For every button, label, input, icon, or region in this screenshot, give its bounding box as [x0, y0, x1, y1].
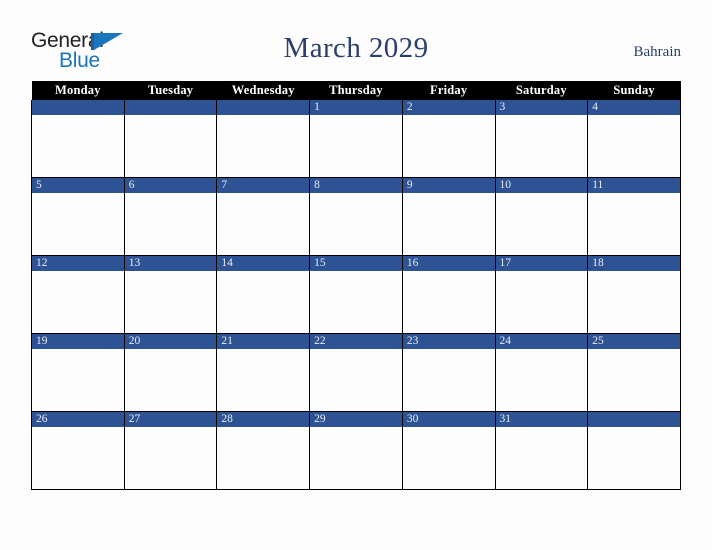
day-number: 25	[588, 334, 680, 349]
page-title: March 2029	[283, 32, 429, 64]
calendar-day-cell[interactable]: 11	[587, 177, 681, 256]
weekday-header-saturday: Saturday	[495, 81, 588, 100]
calendar-day-cell[interactable]: 22	[309, 333, 403, 412]
day-number: 19	[32, 334, 124, 349]
day-number: 18	[588, 256, 680, 271]
weekday-header-thursday: Thursday	[309, 81, 403, 100]
calendar-day-cell[interactable]: 6	[123, 177, 218, 256]
calendar-day-cell[interactable]: 14	[216, 255, 311, 334]
calendar-day-cell[interactable]: 3	[494, 100, 589, 178]
day-number: 5	[32, 178, 124, 193]
day-number: 24	[495, 334, 588, 349]
day-number	[124, 100, 217, 115]
calendar-day-cell[interactable]: 20	[123, 333, 218, 412]
day-number: 26	[32, 412, 124, 427]
calendar-day-cell[interactable]	[123, 100, 218, 178]
calendar-day-cell[interactable]	[216, 100, 311, 178]
day-number: 2	[402, 100, 495, 115]
calendar-day-cell[interactable]: 28	[216, 411, 311, 490]
day-number: 29	[310, 412, 402, 427]
weekday-header-wednesday: Wednesday	[216, 81, 310, 100]
day-number: 20	[124, 334, 217, 349]
calendar-day-cell[interactable]	[587, 411, 681, 490]
calendar-day-cell[interactable]: 10	[494, 177, 589, 256]
day-number: 12	[32, 256, 124, 271]
day-number: 22	[310, 334, 402, 349]
calendar-day-cell[interactable]: 4	[587, 100, 681, 178]
day-number	[217, 100, 310, 115]
calendar-week-row: 1 2 3 4	[31, 100, 681, 178]
calendar-week-row: 19 20 21 22 23 24 25	[31, 333, 681, 412]
calendar-day-cell[interactable]: 30	[401, 411, 496, 490]
calendar-day-cell[interactable]: 17	[494, 255, 589, 334]
weekday-header-tuesday: Tuesday	[124, 81, 217, 100]
weekday-header-monday: Monday	[31, 81, 125, 100]
day-number: 30	[402, 412, 495, 427]
calendar-day-cell[interactable]: 31	[494, 411, 589, 490]
weekday-header-sunday: Sunday	[587, 81, 681, 100]
calendar-week-row: 5 6 7 8 9 10 11	[31, 177, 681, 256]
calendar-week-row: 12 13 14 15 16 17 18	[31, 255, 681, 334]
day-number: 3	[495, 100, 588, 115]
calendar-day-cell[interactable]: 27	[123, 411, 218, 490]
day-number: 14	[217, 256, 310, 271]
day-number: 13	[124, 256, 217, 271]
day-number	[32, 100, 124, 115]
day-number: 1	[310, 100, 402, 115]
calendar-day-cell[interactable]: 21	[216, 333, 311, 412]
day-number: 15	[310, 256, 402, 271]
calendar-day-cell[interactable]: 25	[587, 333, 681, 412]
day-number: 17	[495, 256, 588, 271]
calendar-day-cell[interactable]: 12	[31, 255, 125, 334]
calendar-page: General Blue March 2029 Bahrain Monday T…	[0, 0, 712, 550]
day-number: 9	[402, 178, 495, 193]
calendar-day-cell[interactable]: 13	[123, 255, 218, 334]
day-number: 27	[124, 412, 217, 427]
calendar-day-cell[interactable]: 16	[401, 255, 496, 334]
calendar-day-cell[interactable]: 1	[309, 100, 403, 178]
day-number: 31	[495, 412, 588, 427]
calendar-day-cell[interactable]: 29	[309, 411, 403, 490]
weekday-header-friday: Friday	[402, 81, 496, 100]
day-number: 21	[217, 334, 310, 349]
calendar-day-cell[interactable]: 26	[31, 411, 125, 490]
day-number: 4	[588, 100, 680, 115]
day-number: 6	[124, 178, 217, 193]
calendar-day-cell[interactable]: 5	[31, 177, 125, 256]
day-number: 10	[495, 178, 588, 193]
calendar-day-cell[interactable]: 9	[401, 177, 496, 256]
day-number: 23	[402, 334, 495, 349]
calendar-day-cell[interactable]: 24	[494, 333, 589, 412]
calendar-day-cell[interactable]: 8	[309, 177, 403, 256]
day-number: 8	[310, 178, 402, 193]
day-number: 11	[588, 178, 680, 193]
page-header: General Blue March 2029 Bahrain	[31, 28, 681, 76]
calendar-day-cell[interactable]: 15	[309, 255, 403, 334]
calendar-day-cell[interactable]: 7	[216, 177, 311, 256]
day-number: 28	[217, 412, 310, 427]
calendar-day-cell[interactable]: 18	[587, 255, 681, 334]
calendar-day-cell[interactable]	[31, 100, 125, 178]
country-label: Bahrain	[633, 44, 681, 60]
day-number: 7	[217, 178, 310, 193]
calendar-day-cell[interactable]: 19	[31, 333, 125, 412]
calendar-day-cell[interactable]: 23	[401, 333, 496, 412]
month-calendar-table: Monday Tuesday Wednesday Thursday Friday…	[31, 81, 681, 490]
day-number	[588, 412, 680, 427]
calendar-day-cell[interactable]: 2	[401, 100, 496, 178]
day-number: 16	[402, 256, 495, 271]
calendar-week-row: 26 27 28 29 30 31	[31, 411, 681, 490]
weekday-header-row: Monday Tuesday Wednesday Thursday Friday…	[31, 81, 681, 100]
